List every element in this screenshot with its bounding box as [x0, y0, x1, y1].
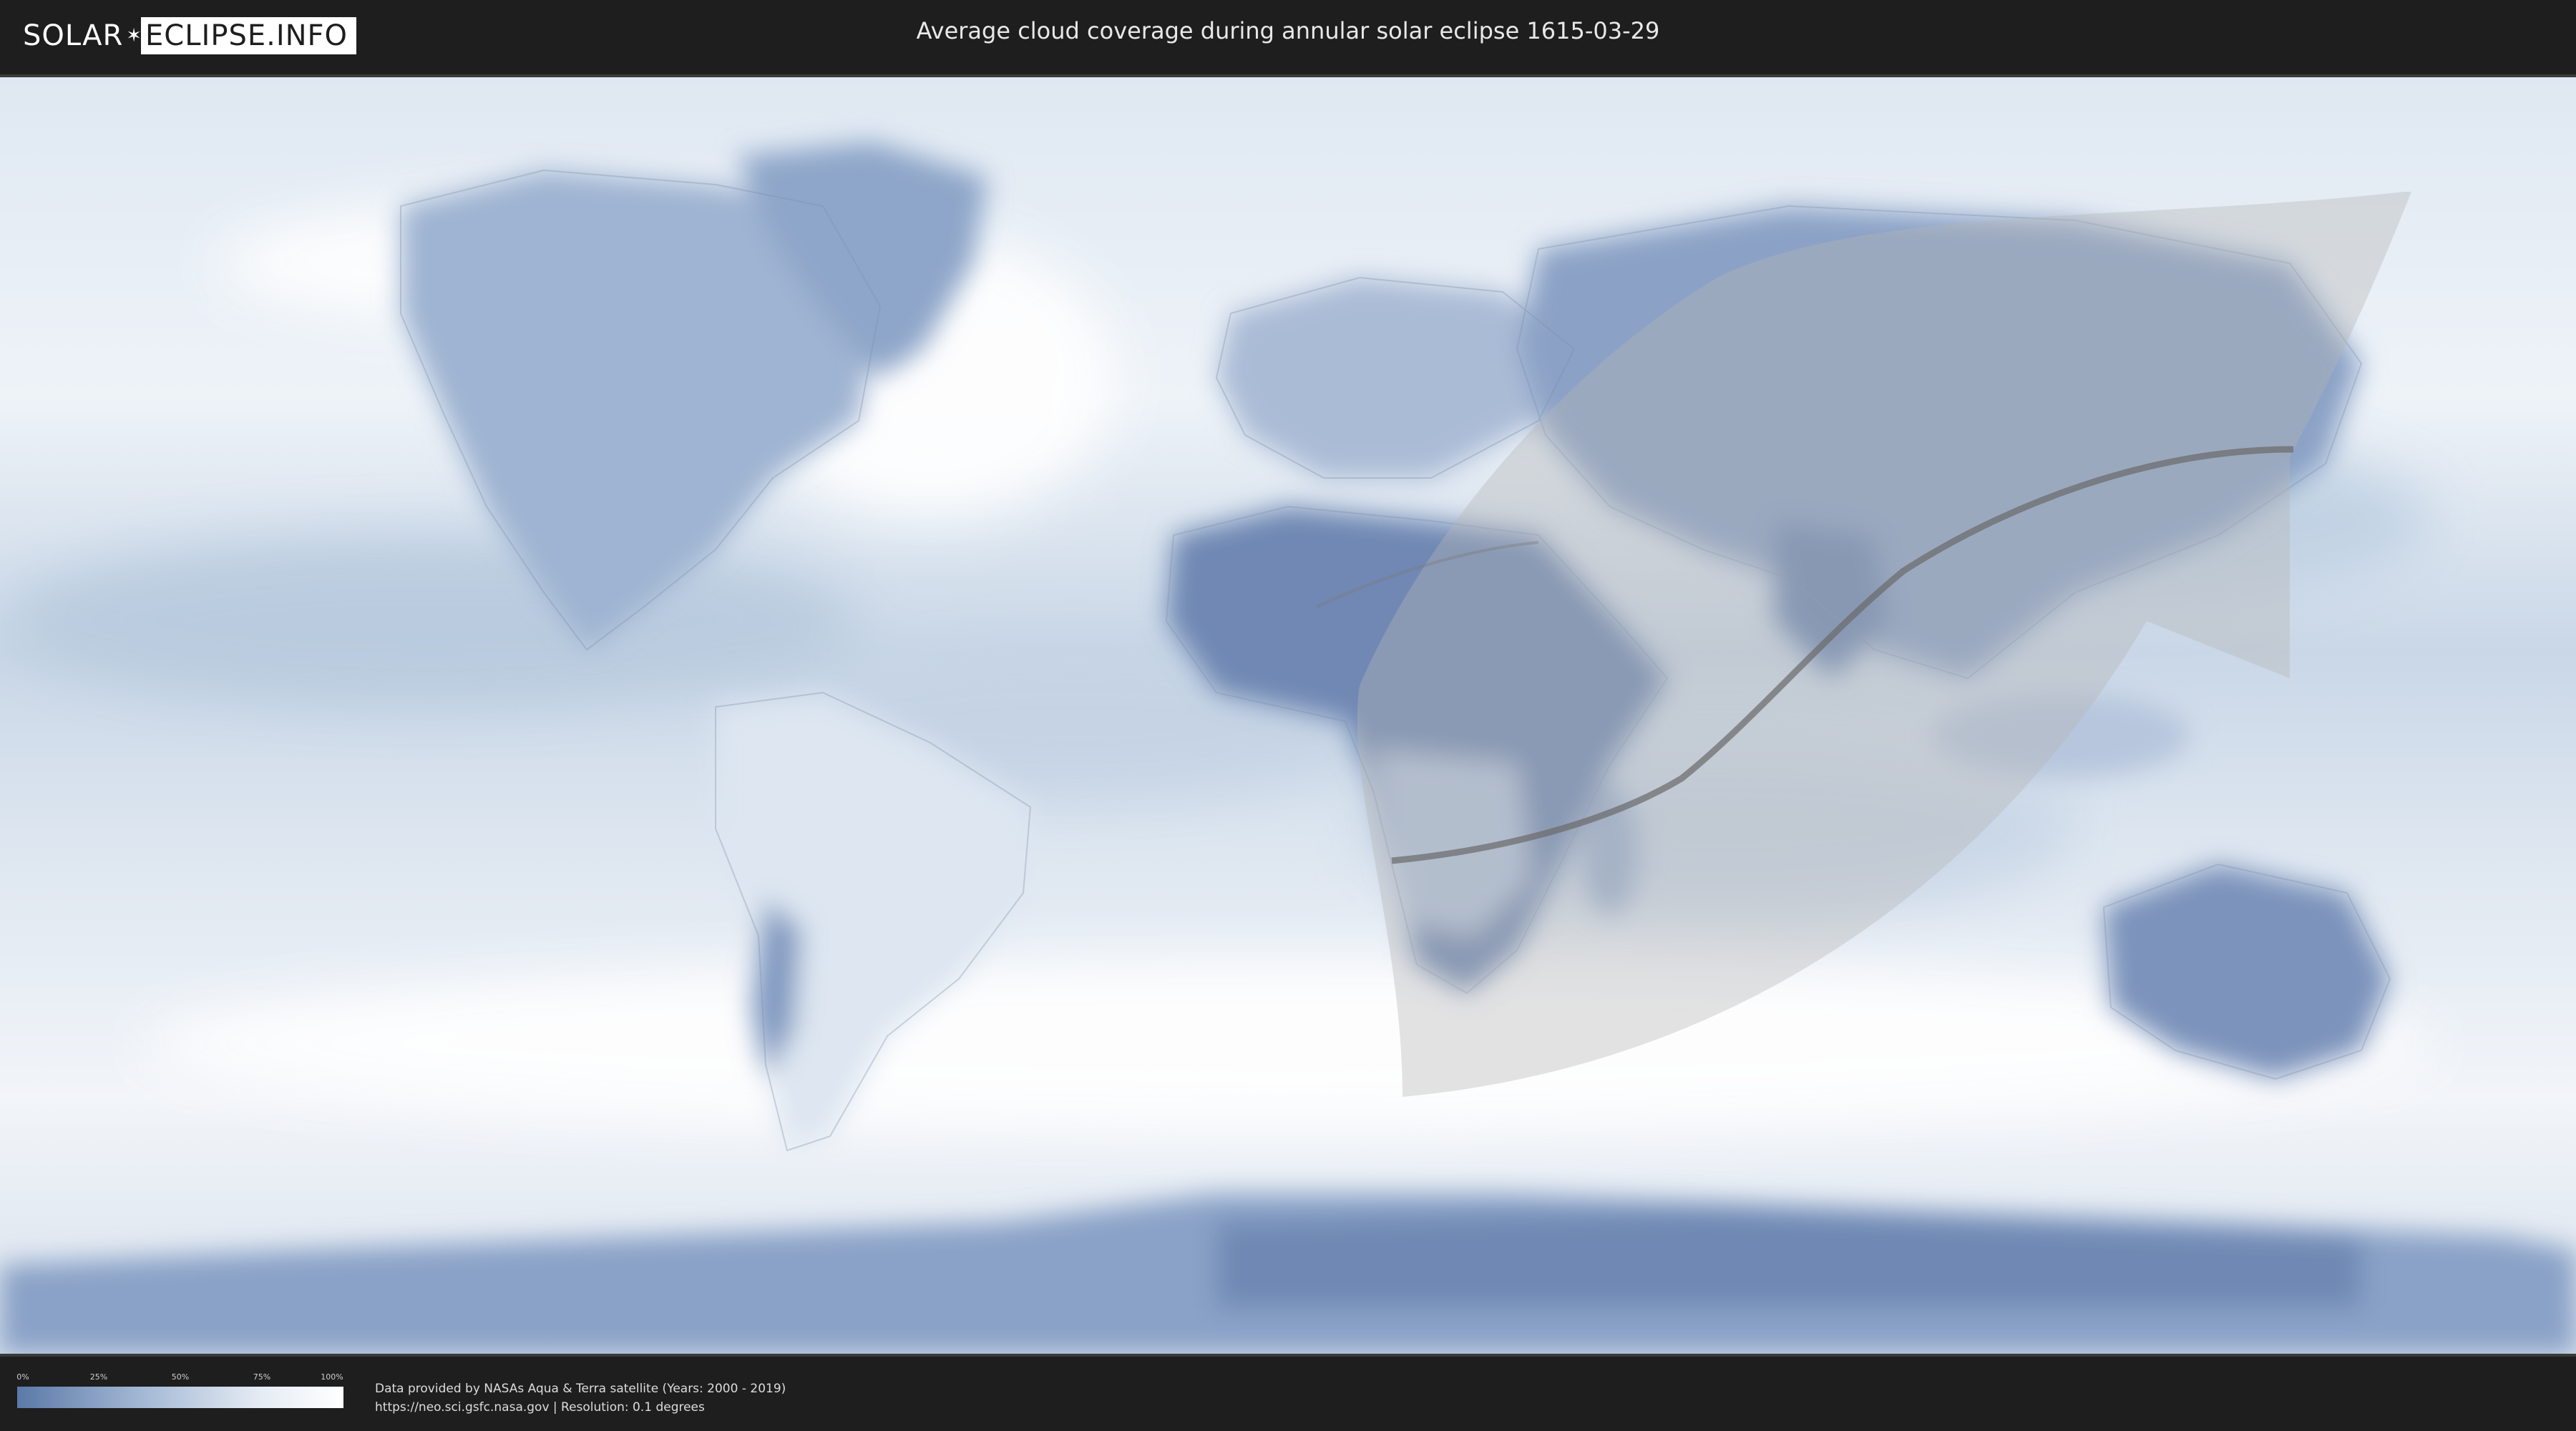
legend-tick-50: 50% [171, 1372, 190, 1382]
world-map-svg [0, 77, 2576, 1354]
legend-color-bar [17, 1387, 343, 1408]
header-bar: SOLAR ✶ ECLIPSE.INFO Average cloud cover… [0, 0, 2576, 72]
data-credits: Data provided by NASAs Aqua & Terra sate… [375, 1379, 786, 1417]
cloud-coverage-legend: 0% 25% 50% 75% 100% [16, 1372, 343, 1408]
cloud-coverage-map [0, 74, 2576, 1357]
page-title: Average cloud coverage during annular so… [916, 17, 1660, 44]
credits-line-url[interactable]: https://neo.sci.gsfc.nasa.gov | Resoluti… [375, 1398, 786, 1417]
legend-tick-25: 25% [89, 1372, 108, 1382]
footer-bar: 0% 25% 50% 75% 100% Data provided by NAS… [0, 1357, 2576, 1431]
legend-tick-100: 100% [321, 1372, 343, 1382]
credits-line-source: Data provided by NASAs Aqua & Terra sate… [375, 1382, 786, 1396]
legend-tick-75: 75% [253, 1372, 271, 1382]
legend-tick-0: 0% [16, 1372, 29, 1382]
legend-ticks: 0% 25% 50% 75% 100% [16, 1372, 343, 1384]
